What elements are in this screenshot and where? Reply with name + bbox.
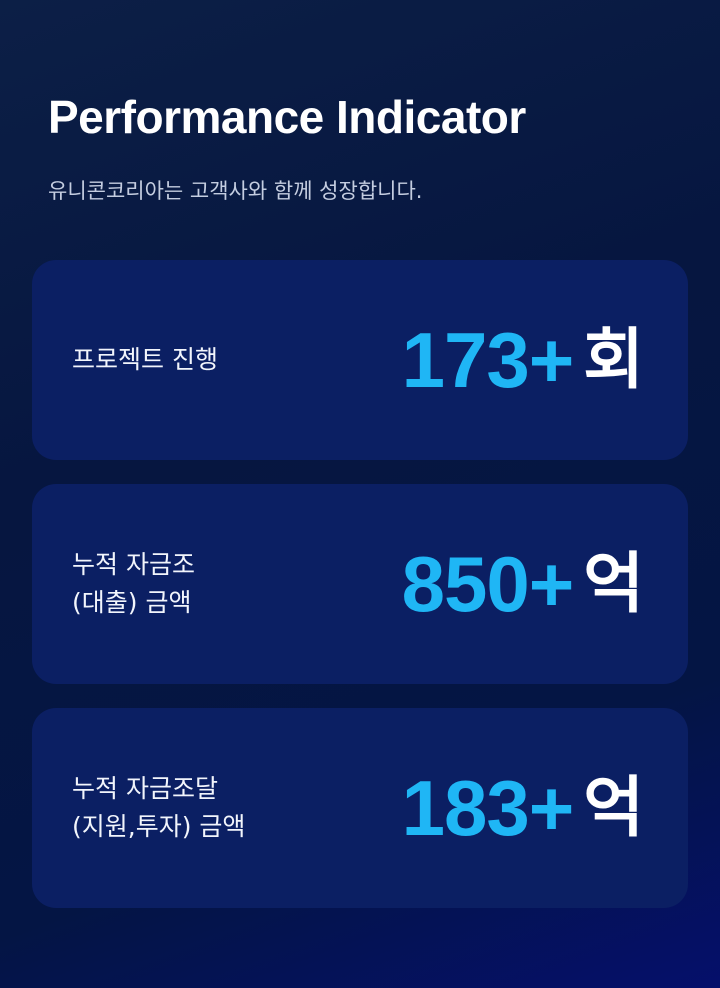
indicator-label: 누적 자금조달 (지원,투자) 금액 [72, 770, 245, 846]
indicator-unit: 회 [583, 321, 644, 398]
indicator-value: 183+ 억 [402, 769, 644, 847]
indicator-label-line: (대출) 금액 [72, 588, 192, 617]
page-title: Performance Indicator [48, 91, 526, 143]
indicator-value: 173+ 회 [402, 321, 644, 399]
indicator-unit: 억 [583, 545, 644, 622]
indicator-label: 프로젝트 진행 [72, 341, 218, 379]
indicator-card-support-investment: 누적 자금조달 (지원,투자) 금액 183+ 억 [32, 708, 688, 908]
indicator-number: 183+ [401, 764, 575, 852]
indicator-value: 850+ 억 [402, 545, 644, 623]
indicator-label: 누적 자금조 (대출) 금액 [72, 546, 195, 622]
indicator-label-line: 누적 자금조 [72, 550, 195, 579]
indicator-number: 850+ [401, 540, 575, 628]
indicator-card-loan-funding: 누적 자금조 (대출) 금액 850+ 억 [32, 484, 688, 684]
indicator-unit: 억 [583, 769, 644, 846]
indicator-label-line: 프로젝트 진행 [72, 345, 218, 374]
page-subtitle: 유니콘코리아는 고객사와 함께 성장합니다. [48, 179, 423, 203]
indicator-card-projects: 프로젝트 진행 173+ 회 [32, 260, 688, 460]
indicator-label-line: 누적 자금조달 [72, 774, 218, 803]
indicator-label-line: (지원,투자) 금액 [72, 812, 246, 841]
indicator-number: 173+ [401, 316, 575, 404]
